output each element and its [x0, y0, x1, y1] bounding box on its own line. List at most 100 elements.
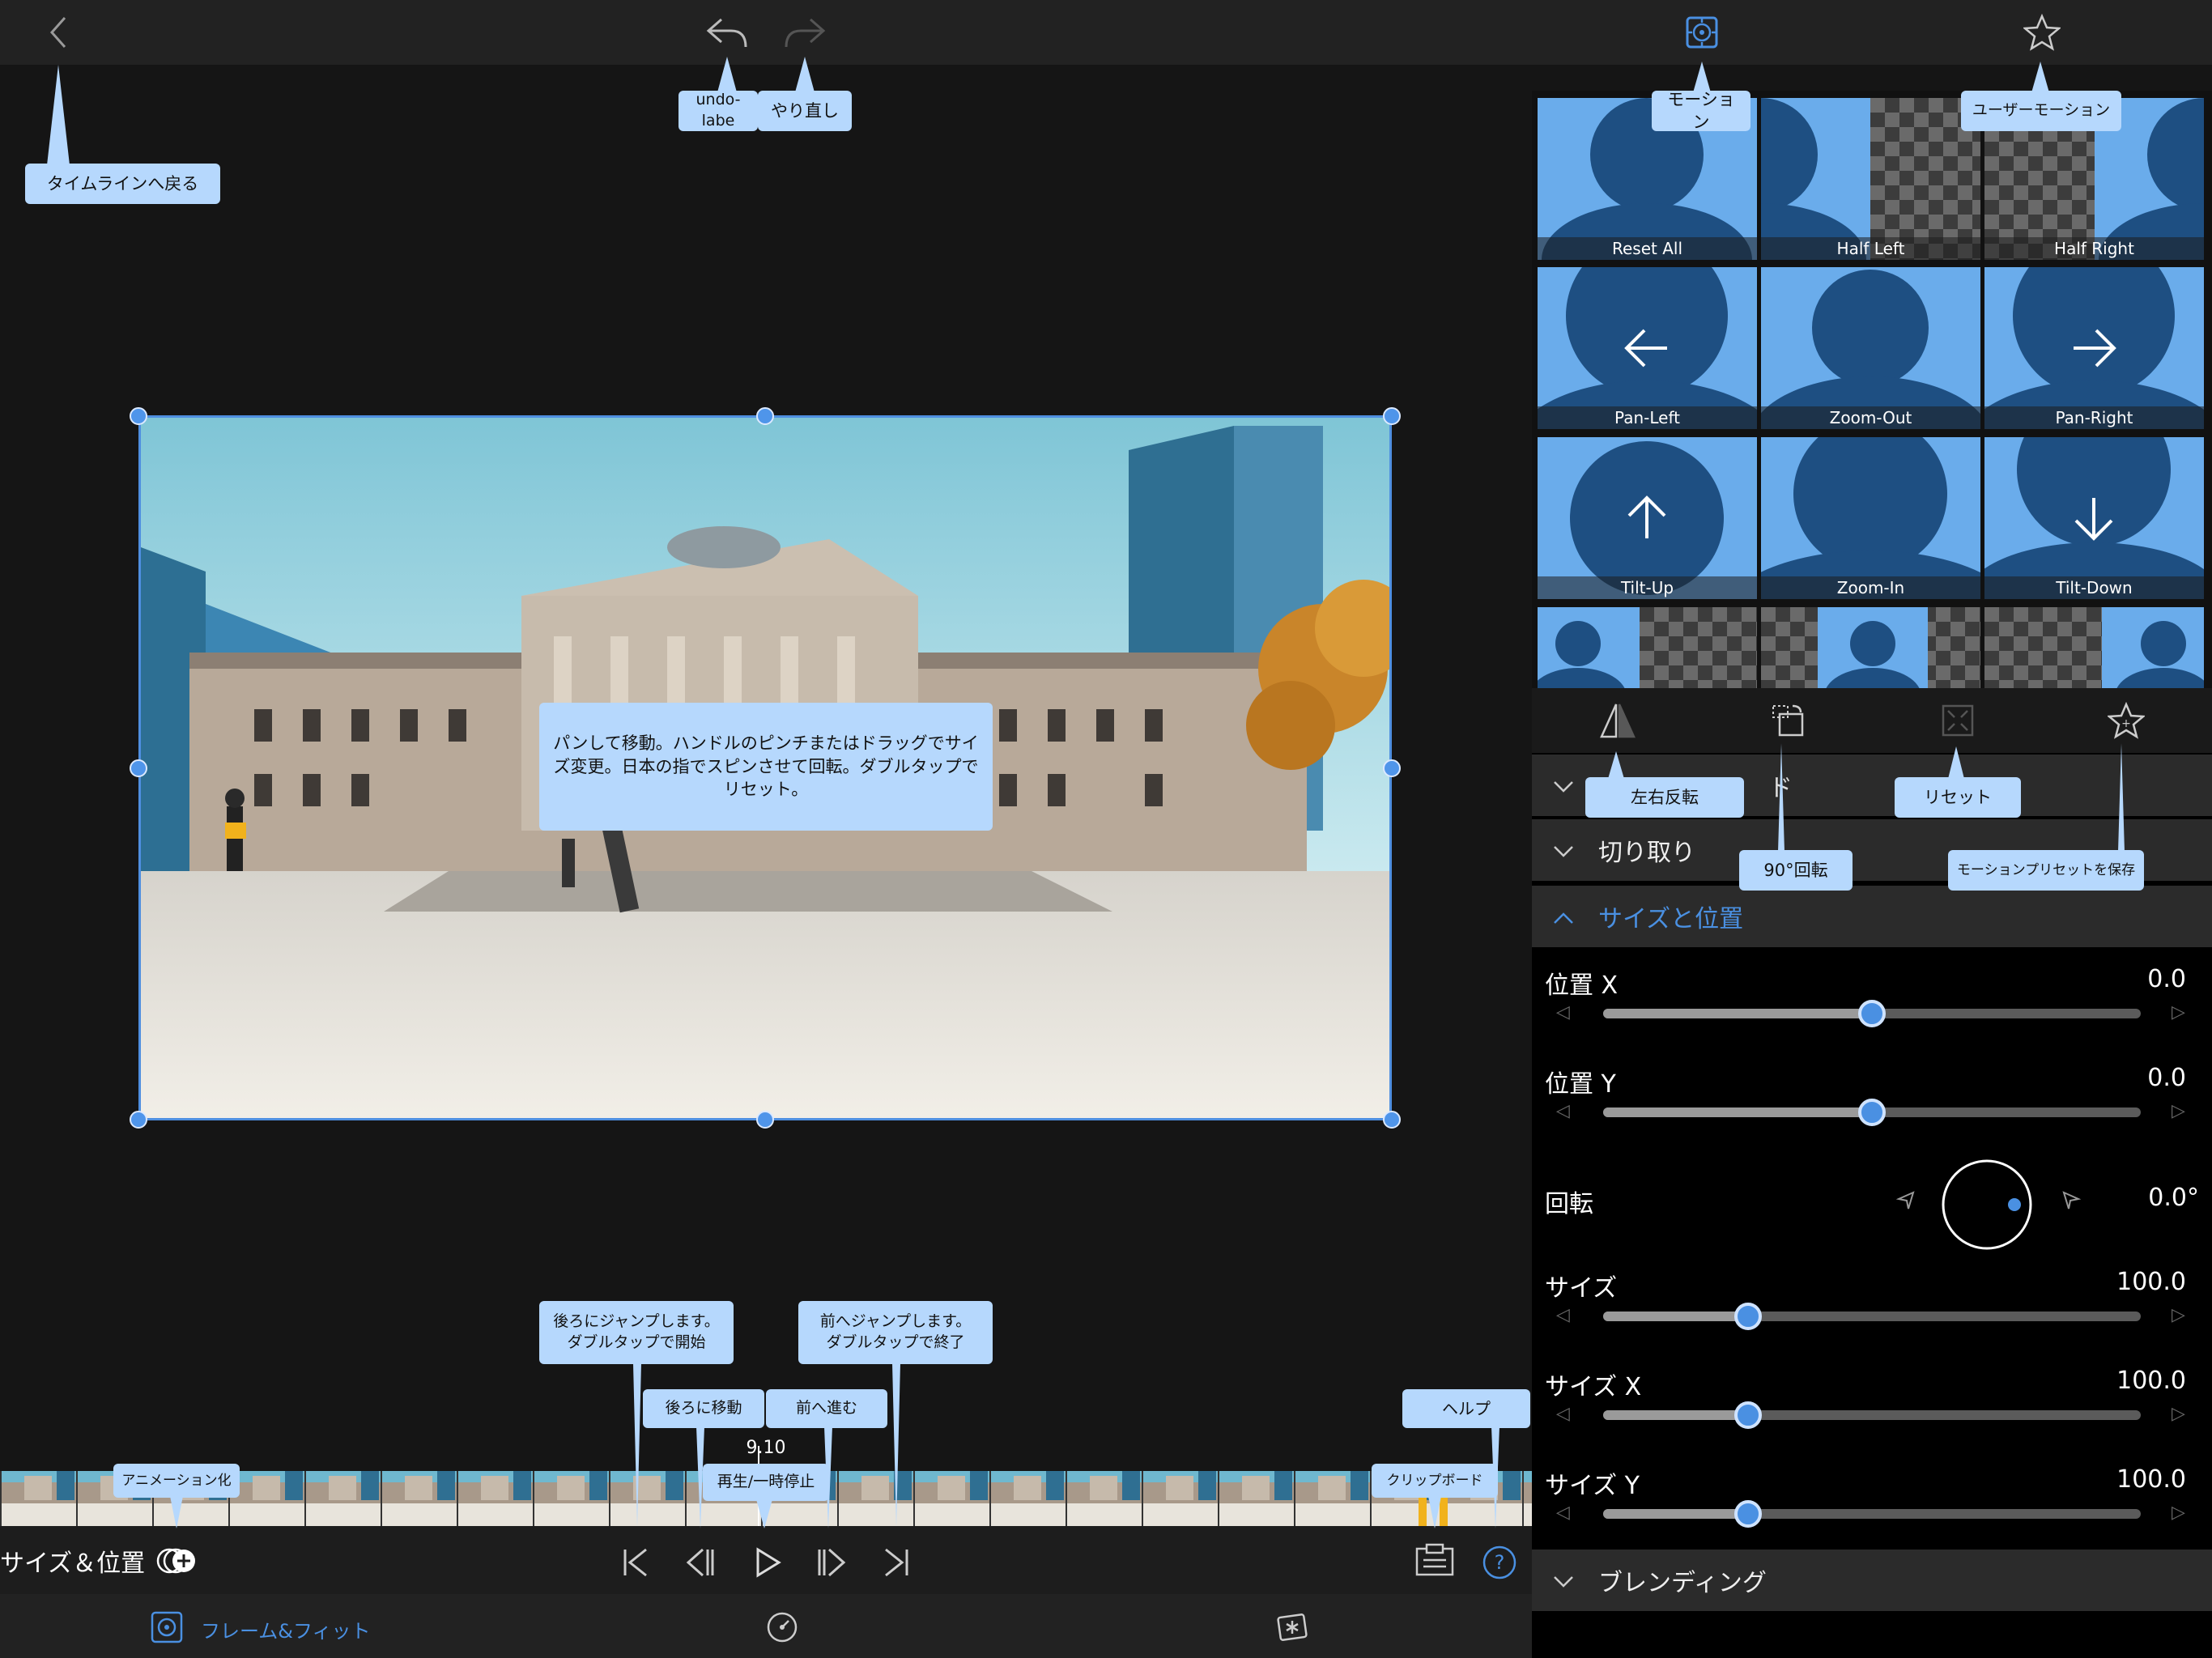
- tooltip-pointer: [633, 1363, 641, 1527]
- tab-frame-fit[interactable]: フレーム&フィット: [149, 1609, 371, 1648]
- step-back-icon[interactable]: [680, 1543, 719, 1582]
- size-slider[interactable]: [1603, 1303, 2141, 1330]
- section-title: サイズと位置: [1598, 905, 1744, 933]
- tooltip-motion: モーション: [1652, 90, 1750, 132]
- effects-icon[interactable]: [1273, 1609, 1312, 1645]
- rotate-90-icon[interactable]: [1765, 698, 1810, 743]
- motion-icon[interactable]: [1682, 11, 1721, 53]
- tooltip-reset: リセット: [1895, 777, 2021, 818]
- svg-text:+: +: [2121, 717, 2131, 730]
- step-forward-icon[interactable]: [813, 1543, 852, 1582]
- rotation-value: 0.0°: [2148, 1184, 2199, 1212]
- tooltip-user-motion: ユーザーモーション: [1961, 91, 2121, 131]
- preset-zoom-out[interactable]: Zoom-Out: [1761, 267, 1980, 429]
- tooltip-pointer: [1491, 1426, 1499, 1528]
- top-toolbar: [0, 0, 1532, 65]
- size-x-label: サイズ X: [1545, 1373, 1642, 1401]
- decrement-icon[interactable]: ◁: [1556, 1101, 1570, 1121]
- preset-thumbnail[interactable]: [1984, 607, 2204, 688]
- resize-handle-top-right[interactable]: [1383, 407, 1401, 425]
- size-x-value: 100.0: [2116, 1367, 2186, 1395]
- skip-to-end-icon[interactable]: [876, 1543, 915, 1582]
- resize-handle-bottom[interactable]: [756, 1111, 774, 1129]
- increment-icon[interactable]: ▷: [2172, 1002, 2185, 1022]
- tooltip-pointer: [892, 1363, 900, 1527]
- section-blending[interactable]: ブレンディング: [1532, 1550, 2212, 1611]
- section-size-position[interactable]: サイズと位置: [1532, 886, 2212, 947]
- preset-zoom-in[interactable]: Zoom-In: [1761, 437, 1980, 599]
- undo-icon[interactable]: [701, 11, 753, 53]
- tooltip-pointer: [170, 1496, 183, 1528]
- preset-thumbnail[interactable]: [1538, 607, 1757, 688]
- motion-preset-grid: Reset All Half Left Half Right Pan-Left …: [1532, 91, 2212, 688]
- play-icon[interactable]: [748, 1543, 787, 1582]
- decrement-icon[interactable]: ◁: [1556, 1404, 1570, 1424]
- slider-knob[interactable]: [1858, 1000, 1886, 1027]
- tooltip-jump-back: 後ろにジャンプします。 ダブルタップで開始: [539, 1301, 734, 1364]
- preset-half-left[interactable]: Half Left: [1761, 98, 1980, 260]
- preset-label: Tilt-Up: [1538, 576, 1757, 599]
- tooltip-play-pause: 再生/一時停止: [703, 1464, 829, 1501]
- increment-icon[interactable]: ▷: [2172, 1404, 2185, 1424]
- preset-thumbnail[interactable]: [1761, 607, 1980, 688]
- resize-handle-bottom-left[interactable]: [130, 1111, 147, 1129]
- animate-keyframe-icon[interactable]: [155, 1545, 201, 1577]
- pos-y-label: 位置 Y: [1545, 1070, 1616, 1099]
- tooltip-back: タイムラインへ戻る: [25, 164, 220, 204]
- preset-label: Zoom-In: [1761, 576, 1980, 599]
- preset-label: Tilt-Down: [1984, 576, 2204, 599]
- flip-horizontal-icon[interactable]: [1595, 698, 1640, 743]
- tooltip-rotate90: 90°回転: [1739, 850, 1853, 891]
- svg-text:?: ?: [1495, 1551, 1505, 1574]
- resize-handle-top[interactable]: [756, 407, 774, 425]
- frame-fit-icon: [149, 1609, 185, 1648]
- tooltip-clipboard: クリップボード: [1372, 1464, 1498, 1498]
- tooltip-viewer-help: パンして移動。ハンドルのピンチまたはドラッグでサイズ変更。日本の指でスピンさせて…: [539, 703, 993, 831]
- increment-icon[interactable]: ▷: [2172, 1503, 2185, 1523]
- pos-x-slider[interactable]: [1603, 1000, 2141, 1027]
- rotate-left-icon[interactable]: [1891, 1185, 1921, 1214]
- star-icon[interactable]: [2021, 11, 2063, 53]
- rotation-dial[interactable]: [1940, 1158, 2034, 1252]
- preset-pan-right[interactable]: Pan-Right: [1984, 267, 2204, 429]
- increment-icon[interactable]: ▷: [2172, 1101, 2185, 1121]
- preset-tilt-down[interactable]: Tilt-Down: [1984, 437, 2204, 599]
- tooltip-help: ヘルプ: [1402, 1389, 1530, 1428]
- chevron-down-icon: [1553, 1567, 1590, 1595]
- increment-icon[interactable]: ▷: [2172, 1305, 2185, 1325]
- tooltip-flip: 左右反転: [1585, 777, 1744, 818]
- resize-handle-top-left[interactable]: [130, 407, 147, 425]
- tab-label: フレーム&フィット: [201, 1619, 371, 1643]
- preset-tilt-up[interactable]: Tilt-Up: [1538, 437, 1757, 599]
- preset-label: Zoom-Out: [1761, 406, 1980, 429]
- reset-icon[interactable]: [1935, 698, 1980, 743]
- tooltip-step-forward: 前へ進む: [766, 1389, 887, 1428]
- size-x-slider[interactable]: [1603, 1401, 2141, 1429]
- pos-x-label: 位置 X: [1545, 971, 1619, 1000]
- resize-handle-left[interactable]: [130, 759, 147, 777]
- slider-fill: [1603, 1509, 1749, 1519]
- size-y-slider[interactable]: [1603, 1500, 2141, 1528]
- redo-icon[interactable]: [779, 11, 831, 53]
- slider-fill: [1603, 1009, 1872, 1018]
- help-icon[interactable]: ?: [1480, 1543, 1519, 1582]
- resize-handle-right[interactable]: [1383, 759, 1401, 777]
- skip-to-start-icon[interactable]: [617, 1543, 656, 1582]
- resize-handle-bottom-right[interactable]: [1383, 1111, 1401, 1129]
- tooltip-pointer: [47, 65, 70, 165]
- preset-label: Half Left: [1761, 237, 1980, 260]
- chevron-down-icon: [1553, 836, 1590, 865]
- decrement-icon[interactable]: ◁: [1556, 1002, 1570, 1022]
- speed-gauge-icon[interactable]: [763, 1609, 802, 1645]
- decrement-icon[interactable]: ◁: [1556, 1305, 1570, 1325]
- section-title: 切り取り: [1598, 839, 1695, 867]
- tooltip-pointer: [1778, 743, 1784, 852]
- pos-y-slider[interactable]: [1603, 1099, 2141, 1126]
- preset-pan-left[interactable]: Pan-Left: [1538, 267, 1757, 429]
- decrement-icon[interactable]: ◁: [1556, 1503, 1570, 1523]
- back-chevron-icon[interactable]: [40, 11, 76, 53]
- save-preset-star-icon[interactable]: +: [2104, 698, 2149, 743]
- clipboard-icon[interactable]: [1412, 1540, 1457, 1580]
- slider-knob[interactable]: [1858, 1099, 1886, 1126]
- tooltip-save-preset: モーションプリセットを保存: [1948, 850, 2144, 891]
